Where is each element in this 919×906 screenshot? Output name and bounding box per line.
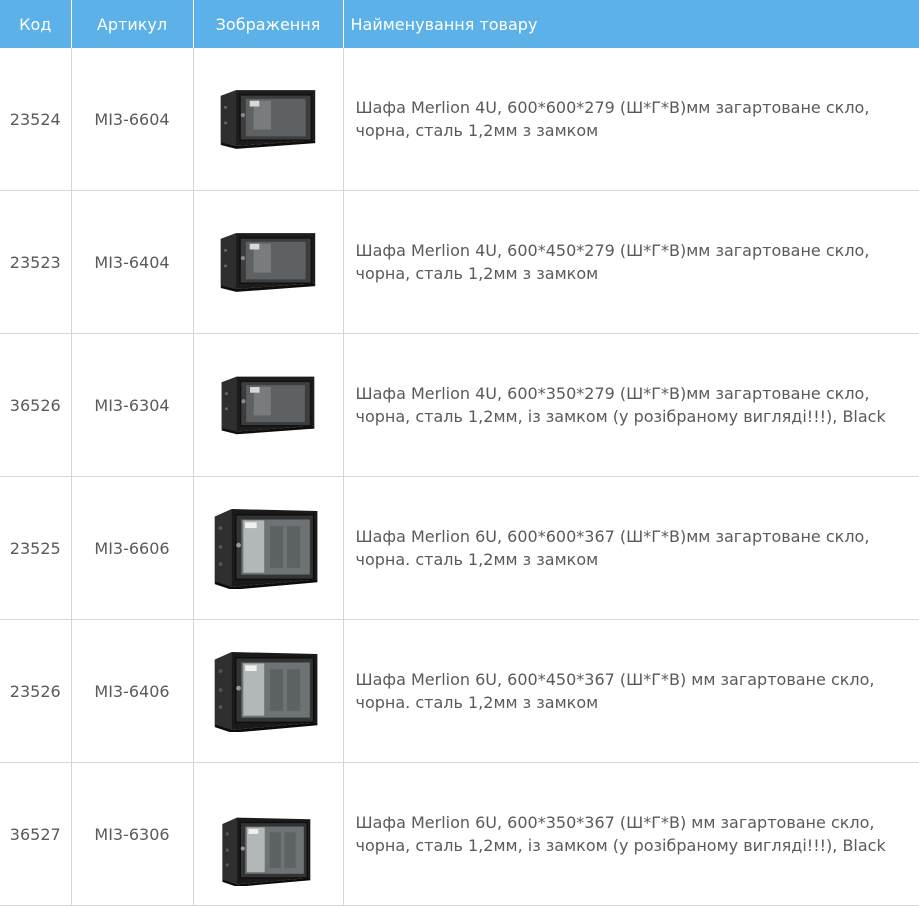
- table-row: 36526 МІ3-6304 Шафа Merlion 4U, 600*350*…: [0, 333, 919, 477]
- product-code: 36526: [0, 333, 72, 477]
- cabinet-4u-photo[interactable]: [216, 374, 320, 436]
- header-article: Артикул: [71, 0, 194, 48]
- product-code: 36527: [0, 762, 72, 906]
- product-name: Шафа Merlion 6U, 600*600*367 (Ш*Г*В)мм з…: [343, 476, 919, 620]
- product-image-cell: [193, 476, 344, 620]
- product-article: МІ3-6406: [71, 619, 194, 763]
- cabinet-6u-photo[interactable]: [218, 816, 318, 886]
- product-code: 23524: [0, 48, 72, 191]
- table-row: 23523 МІ3-6404 Шафа Merlion 4U, 600*450*…: [0, 190, 919, 334]
- cabinet-6u-photo[interactable]: [211, 650, 325, 732]
- product-image-cell: [193, 762, 344, 906]
- product-article: МІ3-6604: [71, 48, 194, 191]
- product-image-cell: [193, 48, 344, 191]
- product-image-cell: [193, 190, 344, 334]
- cabinet-4u-photo[interactable]: [215, 231, 321, 293]
- table-row: 23524 МІ3-6604 Шафа Merlion 4U, 600*600*…: [0, 48, 919, 191]
- cabinet-6u-photo[interactable]: [211, 507, 325, 589]
- table-row: 23526 МІ3-6406 Шафа Merlion 6U, 600*450*…: [0, 619, 919, 763]
- product-article: МІ3-6606: [71, 476, 194, 620]
- cabinet-4u-photo[interactable]: [215, 88, 321, 150]
- header-code: Код: [0, 0, 72, 48]
- table-header: Код Артикул Зображення Найменування това…: [0, 0, 919, 48]
- table-row: 36527 МІ3-6306 Шафа Merlion 6U, 600*350*…: [0, 762, 919, 906]
- product-name: Шафа Merlion 6U, 600*350*367 (Ш*Г*В) мм …: [343, 762, 919, 906]
- product-article: МІ3-6304: [71, 333, 194, 477]
- product-name: Шафа Merlion 4U, 600*450*279 (Ш*Г*В)мм з…: [343, 190, 919, 334]
- header-name: Найменування товару: [343, 0, 919, 48]
- product-article: МІ3-6306: [71, 762, 194, 906]
- product-code: 23525: [0, 476, 72, 620]
- product-article: МІ3-6404: [71, 190, 194, 334]
- header-image: Зображення: [193, 0, 344, 48]
- products-table: Код Артикул Зображення Найменування това…: [0, 0, 919, 906]
- table-row: 23525 МІ3-6606 Шафа Merlion 6U, 600*600*…: [0, 476, 919, 620]
- product-image-cell: [193, 619, 344, 763]
- product-image-cell: [193, 333, 344, 477]
- product-name: Шафа Merlion 4U, 600*600*279 (Ш*Г*В)мм з…: [343, 48, 919, 191]
- product-name: Шафа Merlion 4U, 600*350*279 (Ш*Г*В)мм з…: [343, 333, 919, 477]
- product-name: Шафа Merlion 6U, 600*450*367 (Ш*Г*В) мм …: [343, 619, 919, 763]
- product-code: 23526: [0, 619, 72, 763]
- product-code: 23523: [0, 190, 72, 334]
